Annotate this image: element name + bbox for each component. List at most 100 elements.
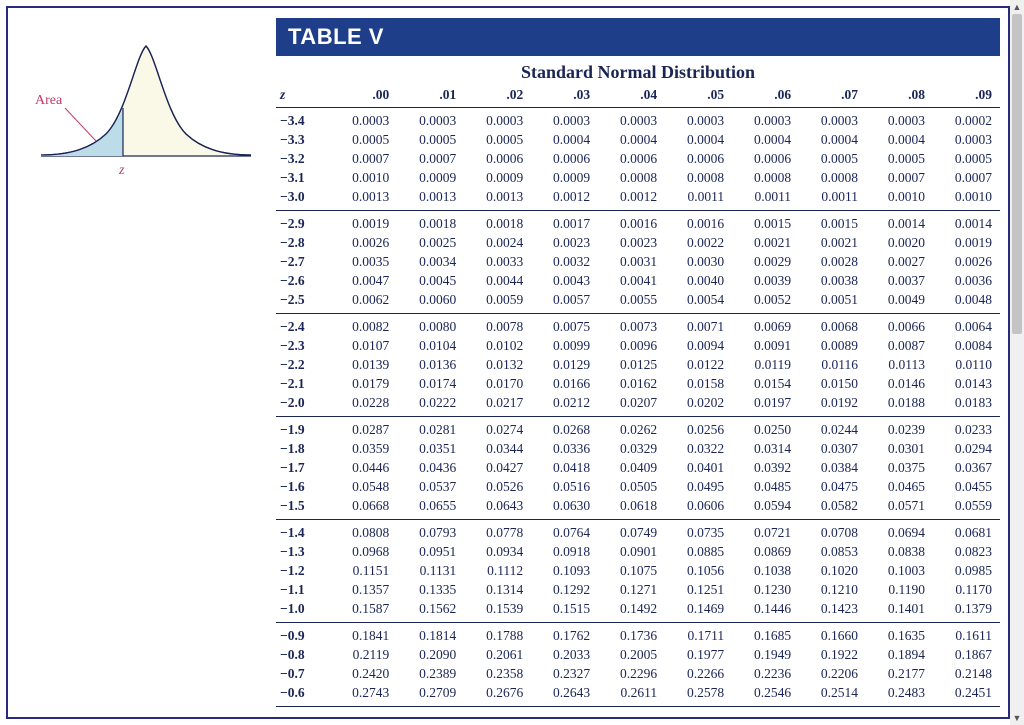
prob-cell: 0.0537 xyxy=(397,477,464,496)
z-value: −1.9 xyxy=(276,416,330,439)
prob-cell: 0.0455 xyxy=(933,477,1000,496)
scroll-down-icon[interactable]: ▼ xyxy=(1010,711,1024,725)
prob-cell: 0.0099 xyxy=(531,336,598,355)
prob-cell: 0.0059 xyxy=(464,290,531,313)
prob-cell: 0.1401 xyxy=(866,599,933,622)
prob-cell: 0.0004 xyxy=(665,130,732,149)
vertical-scrollbar[interactable]: ▲ ▼ xyxy=(1010,0,1024,725)
prob-cell: 0.0006 xyxy=(464,149,531,168)
prob-cell: 0.0287 xyxy=(330,416,397,439)
prob-cell: 0.0073 xyxy=(598,313,665,336)
prob-cell: 0.0006 xyxy=(531,149,598,168)
prob-cell: 0.0078 xyxy=(464,313,531,336)
col-header: .02 xyxy=(464,85,531,107)
prob-cell: 0.0007 xyxy=(397,149,464,168)
prob-cell: 0.0025 xyxy=(397,233,464,252)
z-value: −0.7 xyxy=(276,664,330,683)
table-title: TABLE V xyxy=(276,18,1000,56)
prob-cell: 0.0495 xyxy=(665,477,732,496)
prob-cell: 0.0010 xyxy=(330,168,397,187)
prob-cell: 0.0735 xyxy=(665,519,732,542)
prob-cell: 0.0007 xyxy=(330,149,397,168)
prob-cell: 0.0594 xyxy=(732,496,799,519)
prob-cell: 0.0179 xyxy=(330,374,397,393)
prob-cell: 0.1949 xyxy=(732,645,799,664)
table-row: −3.00.00130.00130.00130.00120.00120.0011… xyxy=(276,187,1000,210)
prob-cell: 0.0207 xyxy=(598,393,665,416)
prob-cell: 0.0030 xyxy=(665,252,732,271)
prob-cell: 0.0018 xyxy=(397,210,464,233)
prob-cell: 0.0043 xyxy=(531,271,598,290)
prob-cell: 0.0375 xyxy=(866,458,933,477)
z-value: −2.1 xyxy=(276,374,330,393)
prob-cell: 0.1020 xyxy=(799,561,866,580)
z-value: −1.1 xyxy=(276,580,330,599)
prob-cell: 0.0062 xyxy=(330,290,397,313)
prob-cell: 0.2358 xyxy=(464,664,531,683)
prob-cell: 0.0418 xyxy=(531,458,598,477)
z-value: −2.3 xyxy=(276,336,330,355)
z-value: −0.6 xyxy=(276,683,330,706)
table-row: −1.90.02870.02810.02740.02680.02620.0256… xyxy=(276,416,1000,439)
prob-cell: 0.0044 xyxy=(464,271,531,290)
prob-cell: 0.0170 xyxy=(464,374,531,393)
prob-cell: 0.0446 xyxy=(330,458,397,477)
prob-cell: 0.0571 xyxy=(866,496,933,519)
z-value: −1.0 xyxy=(276,599,330,622)
prob-cell: 0.0367 xyxy=(933,458,1000,477)
prob-cell: 0.0026 xyxy=(933,252,1000,271)
table-row: −1.40.08080.07930.07780.07640.07490.0735… xyxy=(276,519,1000,542)
prob-cell: 0.0012 xyxy=(531,187,598,210)
prob-cell: 0.1562 xyxy=(397,599,464,622)
z-value: −2.8 xyxy=(276,233,330,252)
scroll-up-icon[interactable]: ▲ xyxy=(1010,0,1024,14)
scroll-thumb[interactable] xyxy=(1012,14,1022,334)
table-row: −0.60.27430.27090.26760.26430.26110.2578… xyxy=(276,683,1000,706)
prob-cell: 0.0003 xyxy=(665,107,732,130)
prob-cell: 0.0427 xyxy=(464,458,531,477)
prob-cell: 0.0021 xyxy=(799,233,866,252)
prob-cell: 0.0002 xyxy=(933,107,1000,130)
prob-cell: 0.0749 xyxy=(598,519,665,542)
prob-cell: 0.0808 xyxy=(330,519,397,542)
prob-cell: 0.0011 xyxy=(665,187,732,210)
prob-cell: 0.0918 xyxy=(531,542,598,561)
prob-cell: 0.0262 xyxy=(598,416,665,439)
prob-cell: 0.0985 xyxy=(933,561,1000,580)
prob-cell: 0.0040 xyxy=(665,271,732,290)
prob-cell: 0.0008 xyxy=(732,168,799,187)
prob-cell: 0.0823 xyxy=(933,542,1000,561)
prob-cell: 0.0183 xyxy=(933,393,1000,416)
prob-cell: 0.1685 xyxy=(732,622,799,645)
prob-cell: 0.0029 xyxy=(732,252,799,271)
z-value: −0.8 xyxy=(276,645,330,664)
prob-cell: 0.0087 xyxy=(866,336,933,355)
col-header: .01 xyxy=(397,85,464,107)
col-header: .00 xyxy=(330,85,397,107)
prob-cell: 0.0052 xyxy=(732,290,799,313)
prob-cell: 0.1635 xyxy=(866,622,933,645)
prob-cell: 0.0129 xyxy=(531,355,598,374)
prob-cell: 0.0436 xyxy=(397,458,464,477)
z-value: −3.1 xyxy=(276,168,330,187)
table-row: −2.60.00470.00450.00440.00430.00410.0040… xyxy=(276,271,1000,290)
prob-cell: 0.0516 xyxy=(531,477,598,496)
prob-cell: 0.1093 xyxy=(531,561,598,580)
prob-cell: 0.0307 xyxy=(799,439,866,458)
table-row: −1.80.03590.03510.03440.03360.03290.0322… xyxy=(276,439,1000,458)
z-value: −2.0 xyxy=(276,393,330,416)
z-value: −1.6 xyxy=(276,477,330,496)
area-label: Area xyxy=(35,93,63,108)
prob-cell: 0.0012 xyxy=(598,187,665,210)
prob-cell: 0.0146 xyxy=(866,374,933,393)
prob-cell: 0.0006 xyxy=(732,149,799,168)
prob-cell: 0.1736 xyxy=(598,622,665,645)
prob-cell: 0.1230 xyxy=(732,580,799,599)
prob-cell: 0.2389 xyxy=(397,664,464,683)
prob-cell: 0.0068 xyxy=(799,313,866,336)
prob-cell: 0.0016 xyxy=(598,210,665,233)
prob-cell: 0.1814 xyxy=(397,622,464,645)
prob-cell: 0.0217 xyxy=(464,393,531,416)
prob-cell: 0.0034 xyxy=(397,252,464,271)
table-row: −3.10.00100.00090.00090.00090.00080.0008… xyxy=(276,168,1000,187)
